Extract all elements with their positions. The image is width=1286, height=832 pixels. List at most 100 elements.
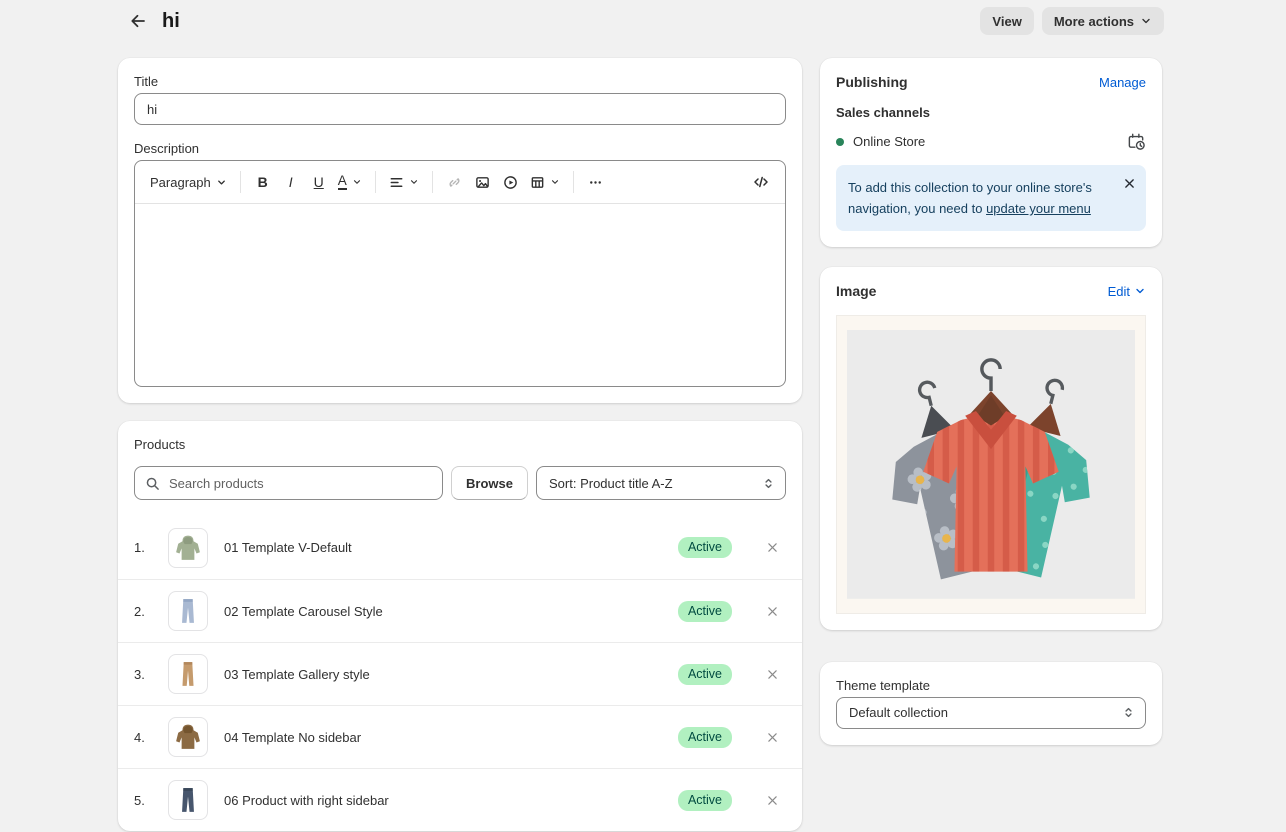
toolbar-divider xyxy=(573,171,574,193)
products-heading: Products xyxy=(118,421,802,452)
remove-product-button[interactable] xyxy=(758,660,786,688)
insert-table-button[interactable] xyxy=(525,168,565,196)
chevron-down-icon xyxy=(216,177,227,188)
description-textarea[interactable] xyxy=(135,204,785,386)
chevron-down-icon xyxy=(1134,285,1146,297)
product-name: 01 Template V-Default xyxy=(224,540,678,555)
underline-button[interactable]: U xyxy=(305,168,333,196)
italic-button[interactable]: I xyxy=(277,168,305,196)
product-thumbnail xyxy=(168,717,208,757)
product-thumbnail xyxy=(168,528,208,568)
title-input[interactable] xyxy=(134,93,786,125)
shirts-illustration xyxy=(847,330,1135,599)
more-formatting-button[interactable] xyxy=(582,168,610,196)
toolbar-divider xyxy=(375,171,376,193)
product-index: 1. xyxy=(134,540,158,555)
image-heading: Image xyxy=(836,283,876,299)
navigation-info-banner: To add this collection to your online st… xyxy=(836,165,1146,231)
product-index: 4. xyxy=(134,730,158,745)
channel-name: Online Store xyxy=(853,134,925,149)
product-row: 5. 06 Product with right sidebar Active xyxy=(118,768,802,831)
insert-video-button[interactable] xyxy=(497,168,525,196)
status-badge: Active xyxy=(678,664,732,685)
collection-image[interactable] xyxy=(836,315,1146,614)
back-button[interactable] xyxy=(124,7,152,35)
bold-icon: B xyxy=(258,174,268,190)
remove-product-button[interactable] xyxy=(758,597,786,625)
image-icon xyxy=(475,175,490,190)
browse-button[interactable]: Browse xyxy=(451,466,528,500)
remove-product-button[interactable] xyxy=(758,786,786,814)
remove-product-button[interactable] xyxy=(758,723,786,751)
view-button[interactable]: View xyxy=(980,7,1033,35)
product-row: 1. 01 Template V-Default Active xyxy=(118,516,802,579)
description-editor: Paragraph B I U A xyxy=(134,160,786,387)
product-row: 3. 03 Template Gallery style Active xyxy=(118,642,802,705)
alignment-button[interactable] xyxy=(384,168,424,196)
table-icon xyxy=(530,175,545,190)
close-icon xyxy=(766,794,779,807)
product-name: 04 Template No sidebar xyxy=(224,730,678,745)
search-icon xyxy=(145,476,160,491)
product-thumbnail xyxy=(168,654,208,694)
status-badge: Active xyxy=(678,727,732,748)
update-your-menu-link[interactable]: update your menu xyxy=(986,201,1091,216)
chevron-down-icon xyxy=(1140,15,1152,27)
underline-icon: U xyxy=(314,174,324,190)
edit-image-dropdown[interactable]: Edit xyxy=(1108,284,1146,299)
chevron-down-icon xyxy=(352,177,362,187)
close-icon xyxy=(766,731,779,744)
theme-template-card: Theme template Default collection xyxy=(820,662,1162,745)
product-list: 1. 01 Template V-Default Active 2. 02 Te… xyxy=(118,516,802,831)
product-name: 02 Template Carousel Style xyxy=(224,604,678,619)
chevron-down-icon xyxy=(550,177,560,187)
status-badge: Active xyxy=(678,601,732,622)
product-row: 4. 04 Template No sidebar Active xyxy=(118,705,802,768)
channel-status-dot xyxy=(836,138,844,146)
products-card: Products Browse Sort: Product title A-Z xyxy=(118,421,802,831)
arrow-left-icon xyxy=(128,11,148,31)
product-name: 03 Template Gallery style xyxy=(224,667,678,682)
show-html-button[interactable] xyxy=(747,168,775,196)
chevron-down-icon xyxy=(409,177,419,187)
insert-image-button[interactable] xyxy=(469,168,497,196)
theme-template-select[interactable]: Default collection xyxy=(836,697,1146,729)
title-label: Title xyxy=(134,74,786,89)
publishing-heading: Publishing xyxy=(836,74,908,90)
text-color-button[interactable]: A xyxy=(333,168,367,196)
paragraph-style-dropdown[interactable]: Paragraph xyxy=(145,168,232,196)
title-description-card: Title Description Paragraph B I xyxy=(118,58,802,403)
product-thumbnail xyxy=(168,591,208,631)
manage-publishing-link[interactable]: Manage xyxy=(1099,75,1146,90)
schedule-publishing-button[interactable] xyxy=(1127,132,1146,151)
sort-select[interactable]: Sort: Product title A-Z xyxy=(536,466,786,500)
search-products-field[interactable] xyxy=(134,466,443,500)
remove-product-button[interactable] xyxy=(758,534,786,562)
updown-chevron-icon xyxy=(1122,706,1135,719)
editor-toolbar: Paragraph B I U A xyxy=(135,161,785,204)
more-actions-button[interactable]: More actions xyxy=(1042,7,1164,35)
status-badge: Active xyxy=(678,790,732,811)
product-name: 06 Product with right sidebar xyxy=(224,793,678,808)
publishing-card: Publishing Manage Sales channels Online … xyxy=(820,58,1162,247)
toolbar-divider xyxy=(432,171,433,193)
search-products-input[interactable] xyxy=(167,475,432,492)
close-icon xyxy=(766,541,779,554)
insert-link-button[interactable] xyxy=(441,168,469,196)
video-play-icon xyxy=(503,175,518,190)
calendar-clock-icon xyxy=(1127,132,1146,151)
close-icon xyxy=(766,605,779,618)
sales-channel-row: Online Store xyxy=(836,132,1146,151)
bold-button[interactable]: B xyxy=(249,168,277,196)
status-badge: Active xyxy=(678,537,732,558)
align-text-icon xyxy=(389,175,404,190)
close-icon xyxy=(1123,177,1136,190)
product-thumbnail xyxy=(168,780,208,820)
dismiss-banner-button[interactable] xyxy=(1121,175,1138,192)
updown-chevron-icon xyxy=(762,477,775,490)
product-index: 5. xyxy=(134,793,158,808)
description-label: Description xyxy=(134,141,786,156)
product-index: 2. xyxy=(134,604,158,619)
italic-icon: I xyxy=(289,174,293,190)
sales-channels-heading: Sales channels xyxy=(836,105,1146,120)
